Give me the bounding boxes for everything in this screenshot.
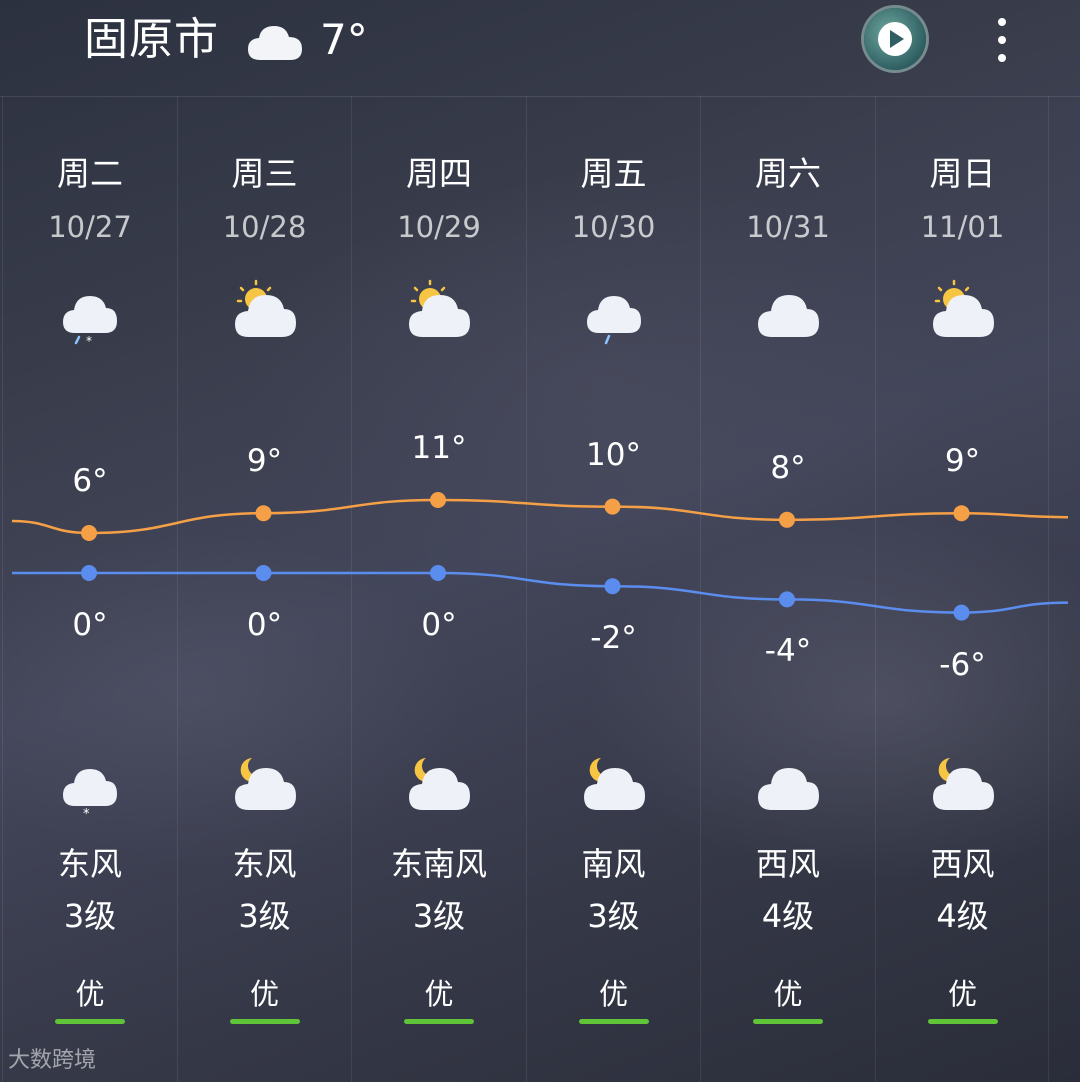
wind-level: 3级	[63, 897, 117, 935]
air-quality-bar	[753, 1019, 823, 1024]
watermark: 大数跨境	[8, 1048, 97, 1073]
forecast-day-column[interactable]: 周二 10/27 * 6° 0° * 东风 3级优	[2, 96, 177, 1082]
date-label: 10/29	[397, 210, 481, 244]
low-temp-label: -2°	[590, 620, 637, 657]
weekday-label: 周日	[929, 154, 996, 193]
more-dot	[998, 54, 1006, 62]
low-temp-label: 0°	[72, 607, 108, 643]
forecast-day-column[interactable]: 周日 11/01 9° -6° 西风 4级优	[874, 96, 1050, 1082]
high-temp-label: 9°	[246, 443, 283, 480]
current-temperature: 7°	[320, 15, 368, 64]
air-quality-label: 优	[947, 977, 977, 1011]
date-label: 10/28	[222, 210, 307, 244]
air-quality-label: 优	[598, 977, 628, 1011]
more-vertical-icon	[998, 18, 1006, 26]
date-label: 10/27	[48, 210, 132, 244]
partly-cloudy-night-icon	[234, 758, 296, 810]
air-quality-bar	[55, 1019, 125, 1024]
low-temp-label: -6°	[939, 646, 986, 683]
wind-direction: 东风	[232, 845, 297, 883]
weekday-label: 周二	[57, 154, 123, 193]
forecast-day-column[interactable]: 周五 10/30 10° -2° 南风 3级优	[525, 96, 701, 1082]
partly-cloudy-day-icon	[234, 279, 296, 337]
weekday-label: 周五	[580, 154, 647, 193]
partly-cloudy-day-icon	[932, 279, 994, 337]
forecast-day-column[interactable]: 周三 10/28 9° 0° 东风 3级优	[176, 96, 352, 1082]
air-quality-bar	[229, 1019, 300, 1024]
weekday-label: 周六	[755, 154, 821, 193]
date-label: 11/01	[920, 210, 1005, 244]
low-temp-label: -4°	[764, 633, 812, 670]
snow-icon: *	[63, 769, 117, 818]
wind-direction: 西风	[930, 845, 995, 883]
wind-direction: 南风	[581, 845, 646, 883]
forecast-day-column[interactable]: 周六 10/31 8° -4° 西风 4级优	[700, 96, 875, 1082]
svg-text:*: *	[83, 807, 90, 818]
wind-level: 3级	[412, 897, 466, 935]
cloudy-icon	[758, 295, 819, 337]
wind-level: 3级	[238, 897, 291, 935]
air-quality-bar	[578, 1019, 649, 1024]
low-temp-label: 0°	[421, 607, 457, 643]
svg-text:*: *	[86, 334, 92, 345]
forecast-day-column[interactable]: 周四 10/29 11° 0° 东南风 3级优	[351, 96, 526, 1082]
weekday-label: 周四	[406, 154, 472, 193]
date-label: 10/31	[746, 210, 830, 244]
wind-level: 4级	[761, 897, 815, 935]
more-dot	[998, 36, 1006, 44]
wind-direction: 东南风	[390, 845, 487, 883]
partly-cloudy-day-icon	[409, 279, 470, 337]
city-name[interactable]: 固原市	[84, 14, 219, 66]
rain-snow-icon: *	[63, 296, 117, 345]
wind-direction: 西风	[755, 845, 820, 883]
light-rain-icon	[586, 296, 641, 345]
partly-cloudy-night-icon	[583, 758, 645, 810]
low-temp-label: 0°	[246, 607, 283, 643]
header-bar: 固原市 7°	[0, 0, 1080, 97]
air-quality-bar	[404, 1019, 474, 1024]
date-label: 10/30	[571, 210, 656, 244]
partly-cloudy-night-icon	[932, 758, 994, 810]
high-temp-label: 10°	[586, 436, 641, 473]
air-quality-label: 优	[249, 977, 279, 1011]
weekday-label: 周三	[231, 154, 298, 193]
air-quality-label: 优	[424, 977, 454, 1011]
wind-level: 3级	[587, 897, 640, 935]
wind-direction: 东风	[57, 845, 122, 883]
air-quality-label: 优	[75, 977, 105, 1011]
more-menu-button[interactable]	[988, 14, 1016, 66]
air-quality-label: 优	[773, 977, 803, 1011]
next-column-edge	[1048, 96, 1080, 1082]
high-temp-label: 11°	[411, 430, 467, 466]
play-triangle	[890, 30, 904, 48]
play-video-button[interactable]	[864, 8, 926, 70]
high-temp-label: 6°	[72, 463, 108, 499]
wind-level: 4级	[936, 897, 989, 935]
air-quality-bar	[927, 1019, 998, 1024]
cloudy-icon	[758, 768, 819, 810]
cloudy-icon	[248, 26, 302, 60]
high-temp-label: 8°	[770, 449, 806, 486]
partly-cloudy-night-icon	[409, 758, 470, 810]
high-temp-label: 9°	[944, 443, 981, 480]
